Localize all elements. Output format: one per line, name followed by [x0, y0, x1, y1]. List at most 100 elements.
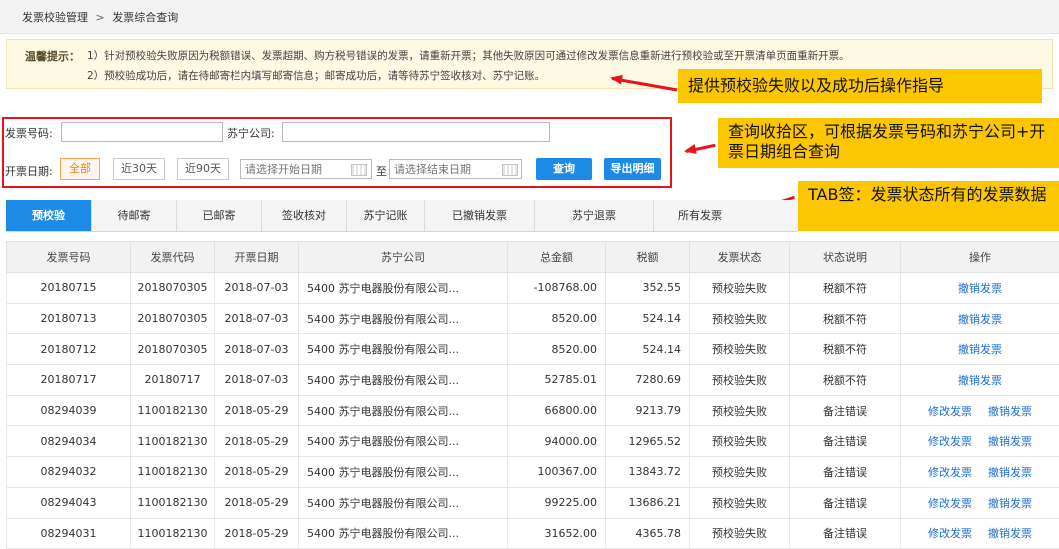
cancel-invoice-link[interactable]: 撤销发票: [958, 282, 1002, 295]
tips-label: 温馨提示：: [25, 50, 80, 63]
cell-tax: 7280.69: [605, 364, 690, 396]
tab-cancelled[interactable]: 已撤销发票: [425, 200, 535, 231]
cell-invoice-no: 08294039: [6, 394, 131, 427]
cell-status: 预校验失败: [689, 333, 790, 366]
cell-company: 5400 苏宁电器股份有限公司...: [298, 302, 508, 335]
cell-amount: 52785.01: [507, 364, 606, 396]
cell-status: 预校验失败: [689, 302, 790, 335]
table-row: 20180715 2018070305 2018-07-03 5400 苏宁电器股份有…: [6, 272, 1059, 304]
cell-tax: 13843.72: [605, 456, 690, 488]
breadcrumb-parent[interactable]: 发票校验管理: [22, 11, 88, 24]
cell-invoice-code: 1100182130: [130, 486, 215, 519]
cell-invoice-code: 1100182130: [130, 517, 215, 549]
tab-precheck[interactable]: 预校验: [6, 200, 92, 231]
cancel-invoice-link[interactable]: 撤销发票: [958, 343, 1002, 356]
cell-amount: 94000.00: [507, 425, 606, 458]
breadcrumb: 发票校验管理 > 发票综合查询: [0, 0, 1059, 34]
cell-operation: 撤销发票: [900, 272, 1059, 304]
cancel-invoice-link[interactable]: 撤销发票: [988, 497, 1032, 510]
cell-invoice-no: 08294034: [6, 425, 131, 458]
header-invoice-code: 发票代码: [130, 241, 215, 273]
cell-company: 5400 苏宁电器股份有限公司...: [298, 517, 508, 549]
cell-invoice-date: 2018-07-03: [214, 333, 299, 366]
table-row: 08294039 1100182130 2018-05-29 5400 苏宁电器股份有…: [6, 394, 1059, 427]
invoice-table: 发票号码 发票代码 开票日期 苏宁公司 总金额 税额 发票状态 状态说明 操作 …: [6, 241, 1059, 549]
cell-company: 5400 苏宁电器股份有限公司...: [298, 456, 508, 488]
query-button[interactable]: 查询: [536, 158, 592, 180]
cell-status-desc: 备注错误: [789, 394, 901, 427]
invoice-no-label: 发票号码:: [5, 127, 53, 140]
cell-status: 预校验失败: [689, 394, 790, 427]
edit-invoice-link[interactable]: 修改发票: [928, 405, 972, 418]
cell-amount: 100367.00: [507, 456, 606, 488]
status-tabs: 预校验 待邮寄 已邮寄 签收核对 苏宁记账 已撤销发票 苏宁退票 所有发票: [6, 200, 798, 232]
tab-sign-check[interactable]: 签收核对: [262, 200, 347, 231]
tab-suning-return[interactable]: 苏宁退票: [535, 200, 654, 231]
edit-invoice-link[interactable]: 修改发票: [928, 466, 972, 479]
cancel-invoice-link[interactable]: 撤销发票: [958, 313, 1002, 326]
cell-invoice-no: 20180712: [6, 333, 131, 366]
cell-invoice-no: 08294032: [6, 456, 131, 488]
cell-invoice-date: 2018-07-03: [214, 364, 299, 396]
cell-operation: 修改发票 撤销发票: [900, 486, 1059, 519]
range-30-button[interactable]: 近30天: [113, 158, 165, 180]
edit-invoice-link[interactable]: 修改发票: [928, 527, 972, 540]
invoice-no-input[interactable]: [61, 122, 223, 142]
cancel-invoice-link[interactable]: 撤销发票: [988, 435, 1032, 448]
export-button[interactable]: 导出明细: [604, 158, 661, 180]
date-to-label: 至: [376, 165, 387, 178]
cell-tax: 352.55: [605, 272, 690, 304]
cell-tax: 4365.78: [605, 517, 690, 549]
cell-invoice-no: 08294031: [6, 517, 131, 549]
cancel-invoice-link[interactable]: 撤销发票: [988, 466, 1032, 479]
cell-operation: 修改发票 撤销发票: [900, 517, 1059, 549]
table-row: 08294034 1100182130 2018-05-29 5400 苏宁电器股份有…: [6, 425, 1059, 458]
cell-status-desc: 备注错误: [789, 425, 901, 458]
cell-amount: 66800.00: [507, 394, 606, 427]
cell-status-desc: 备注错误: [789, 486, 901, 519]
cell-operation: 修改发票 撤销发票: [900, 394, 1059, 427]
calendar-icon[interactable]: [502, 164, 518, 176]
cell-operation: 撤销发票: [900, 333, 1059, 366]
calendar-icon[interactable]: [351, 164, 367, 176]
cell-status: 预校验失败: [689, 364, 790, 396]
cell-tax: 9213.79: [605, 394, 690, 427]
cell-invoice-no: 20180713: [6, 302, 131, 335]
header-tax: 税额: [605, 241, 690, 273]
tab-to-mail[interactable]: 待邮寄: [92, 200, 177, 231]
cell-invoice-date: 2018-05-29: [214, 456, 299, 488]
company-label: 苏宁公司:: [227, 127, 275, 140]
cell-invoice-code: 2018070305: [130, 302, 215, 335]
cell-invoice-date: 2018-05-29: [214, 425, 299, 458]
company-input[interactable]: [282, 122, 550, 142]
cell-company: 5400 苏宁电器股份有限公司...: [298, 364, 508, 396]
tab-all-invoices[interactable]: 所有发票: [654, 200, 746, 231]
cell-status: 预校验失败: [689, 272, 790, 304]
edit-invoice-link[interactable]: 修改发票: [928, 497, 972, 510]
header-amount: 总金额: [507, 241, 606, 273]
tab-mailed[interactable]: 已邮寄: [177, 200, 262, 231]
cell-invoice-date: 2018-07-03: [214, 302, 299, 335]
tab-suning-booking[interactable]: 苏宁记账: [347, 200, 425, 231]
table-row: 08294031 1100182130 2018-05-29 5400 苏宁电器股份有…: [6, 517, 1059, 549]
tips-line-2: 2）预校验成功后，请在待邮寄栏内填写邮寄信息；邮寄成功后，请等待苏宁签收核对、苏…: [87, 70, 546, 82]
cell-invoice-no: 08294043: [6, 486, 131, 519]
cell-company: 5400 苏宁电器股份有限公司...: [298, 425, 508, 458]
edit-invoice-link[interactable]: 修改发票: [928, 435, 972, 448]
cancel-invoice-link[interactable]: 撤销发票: [988, 405, 1032, 418]
range-90-button[interactable]: 近90天: [177, 158, 229, 180]
cell-status-desc: 备注错误: [789, 517, 901, 549]
cell-amount: 8520.00: [507, 333, 606, 366]
table-row: 08294032 1100182130 2018-05-29 5400 苏宁电器股份有…: [6, 456, 1059, 488]
cell-invoice-date: 2018-07-03: [214, 272, 299, 304]
cell-tax: 13686.21: [605, 486, 690, 519]
cancel-invoice-link[interactable]: 撤销发票: [958, 374, 1002, 387]
breadcrumb-separator: >: [95, 11, 105, 24]
cell-invoice-date: 2018-05-29: [214, 517, 299, 549]
cell-status: 预校验失败: [689, 517, 790, 549]
cell-invoice-date: 2018-05-29: [214, 486, 299, 519]
cancel-invoice-link[interactable]: 撤销发票: [988, 527, 1032, 540]
cell-invoice-date: 2018-05-29: [214, 394, 299, 427]
range-all-button[interactable]: 全部: [60, 158, 100, 180]
cell-amount: 31652.00: [507, 517, 606, 549]
